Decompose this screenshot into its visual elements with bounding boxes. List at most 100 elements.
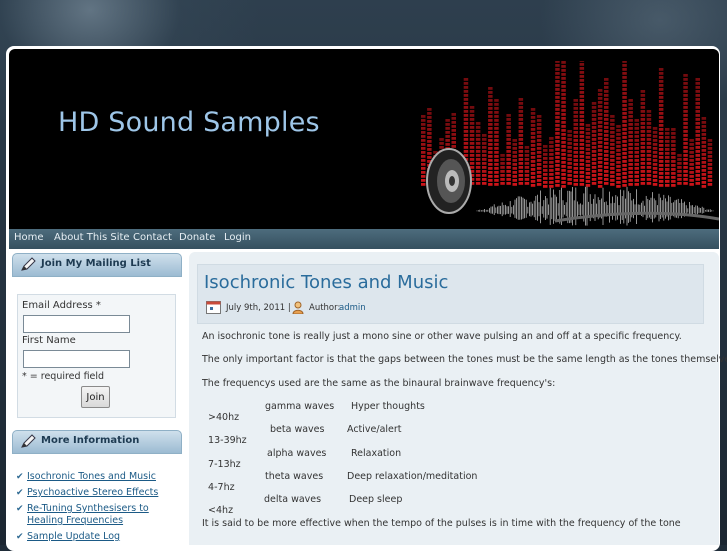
equalizer-segment	[640, 178, 646, 181]
equalizer-segment	[561, 157, 566, 160]
equalizer-segment	[677, 182, 682, 185]
equalizer-segment	[628, 171, 633, 174]
equalizer-segment	[658, 92, 664, 95]
equalizer-segment	[463, 110, 469, 113]
equalizer-segment	[567, 146, 572, 149]
equalizer-segment	[591, 178, 597, 181]
equalizer-segment	[707, 179, 713, 182]
equalizer-segment	[689, 159, 694, 162]
link-psychoactive[interactable]: Psychoactive Stereo Effects	[27, 487, 158, 498]
equalizer-segment	[579, 67, 585, 70]
equalizer-segment	[585, 152, 591, 155]
equalizer-segment	[677, 154, 682, 157]
equalizer-segment	[597, 121, 603, 124]
equalizer-segment	[683, 90, 688, 93]
equalizer-segment	[640, 166, 646, 169]
equalizer-segment	[488, 115, 493, 118]
equalizer-segment	[543, 157, 548, 160]
equalizer-segment	[506, 126, 511, 129]
equalizer-segment	[591, 182, 597, 185]
equalizer-segment	[482, 142, 487, 145]
equalizer-segment	[616, 141, 621, 144]
equalizer-segment	[549, 169, 554, 172]
mailing-list-heading: Join My Mailing List	[12, 253, 182, 277]
equalizer-segment	[622, 136, 627, 139]
equalizer-segment	[597, 149, 603, 152]
equalizer-segment	[591, 162, 597, 165]
equalizer-segment	[604, 102, 609, 105]
equalizer-segment	[543, 169, 548, 172]
equalizer-segment	[616, 137, 621, 140]
equalizer-segment	[695, 154, 700, 157]
equalizer-segment	[677, 170, 682, 173]
equalizer-segment	[518, 134, 524, 137]
equalizer-segment	[427, 128, 432, 131]
equalizer-segment	[463, 102, 469, 105]
equalizer-segment	[524, 178, 530, 181]
link-retuning[interactable]: Re-Tuning Synthesisers to	[27, 503, 149, 514]
equalizer-segment	[475, 134, 481, 137]
equalizer-segment	[610, 127, 615, 130]
equalizer-segment	[567, 170, 572, 173]
equalizer-segment	[695, 166, 700, 169]
join-button[interactable]: Join	[81, 386, 110, 408]
equalizer-segment	[555, 80, 560, 83]
equalizer-segment	[658, 172, 664, 175]
equalizer-segment	[555, 176, 560, 179]
nav-contact[interactable]: Contact	[133, 232, 172, 243]
equalizer-segment	[652, 143, 658, 146]
nav-login[interactable]: Login	[224, 232, 251, 243]
equalizer-segment	[506, 130, 511, 133]
equalizer-segment	[701, 117, 707, 120]
equalizer-segment	[494, 151, 499, 154]
equalizer-segment	[689, 175, 694, 178]
equalizer-segment	[622, 104, 627, 107]
author-link[interactable]: admin	[339, 303, 366, 313]
equalizer-segment	[561, 177, 566, 180]
equalizer-segment	[500, 178, 505, 181]
equalizer-segment	[494, 155, 499, 158]
equalizer-segment	[482, 158, 487, 161]
equalizer-segment	[628, 107, 633, 110]
equalizer-segment	[536, 167, 542, 170]
equalizer-segment	[585, 136, 591, 139]
nav-donate[interactable]: Donate	[179, 232, 215, 243]
equalizer-segment	[628, 135, 633, 138]
equalizer-segment	[683, 78, 688, 81]
equalizer-segment	[469, 110, 475, 113]
first-name-field[interactable]	[23, 350, 130, 368]
equalizer-segment	[530, 148, 536, 151]
equalizer-segment	[555, 96, 560, 99]
equalizer-segment	[421, 131, 426, 134]
equalizer-segment	[701, 161, 707, 164]
equalizer-segment	[579, 61, 585, 62]
email-field[interactable]	[23, 315, 130, 333]
equalizer-segment	[549, 145, 554, 148]
equalizer-segment	[695, 130, 700, 133]
equalizer-segment	[518, 130, 524, 133]
equalizer-segment	[616, 145, 621, 148]
equalizer-segment	[421, 123, 426, 126]
equalizer-segment	[683, 138, 688, 141]
post-paragraph: It is said to be more effective when the…	[202, 518, 681, 529]
equalizer-segment	[597, 125, 603, 128]
nav-home[interactable]: Home	[14, 232, 44, 243]
equalizer-segment	[610, 135, 615, 138]
equalizer-segment	[671, 172, 676, 175]
equalizer-segment	[658, 180, 664, 183]
equalizer-segment	[524, 166, 530, 169]
equalizer-segment	[488, 131, 493, 134]
link-update-log[interactable]: Sample Update Log	[27, 531, 120, 542]
equalizer-segment	[701, 145, 707, 148]
equalizer-segment	[555, 128, 560, 131]
nav-about[interactable]: About This Site	[54, 232, 130, 243]
wave-state: Hyper thoughts	[351, 401, 425, 412]
site-title[interactable]: HD Sound Samples	[58, 107, 320, 138]
post-title[interactable]: Isochronic Tones and Music	[204, 272, 448, 293]
equalizer-segment	[567, 142, 572, 145]
equalizer-segment	[512, 175, 517, 178]
equalizer-segment	[482, 150, 487, 153]
equalizer-segment	[628, 167, 633, 170]
link-retuning-line2[interactable]: Healing Frequencies	[27, 515, 123, 526]
link-isochronic[interactable]: Isochronic Tones and Music	[27, 471, 156, 482]
